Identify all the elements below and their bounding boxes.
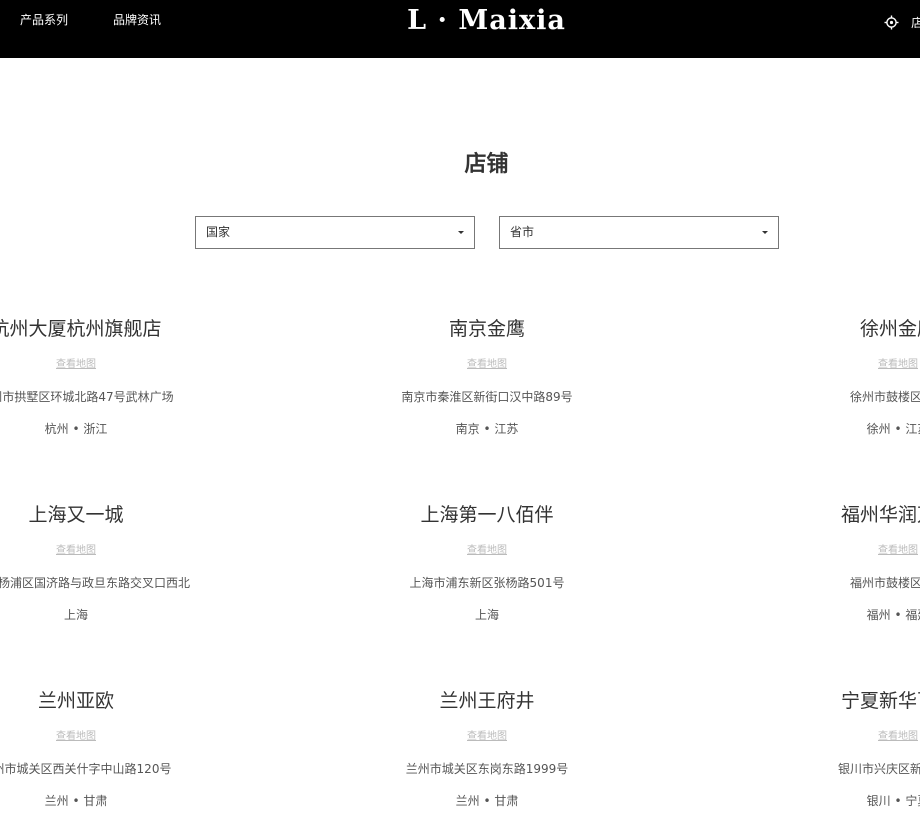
store-card: 杭州大厦杭州旗舰店 查看地图 杭州市拱墅区环城北路47号武林广场 杭州 • 浙江	[0, 316, 246, 437]
store-city: 福州 • 福建	[866, 608, 920, 622]
nav-store-locator[interactable]: 店	[884, 12, 920, 32]
brand-logo[interactable]: L · Maixia	[0, 5, 920, 36]
page-title: 店铺	[464, 152, 509, 177]
store-address: 兰州市城关区东岗东路1999号	[405, 762, 569, 776]
view-map-link[interactable]: 查看地图	[0, 730, 246, 744]
store-address: 杭州市拱墅区环城北路47号武林广场	[0, 390, 174, 404]
view-map-link[interactable]: 查看地图	[317, 358, 657, 372]
store-nav-label: 店	[911, 16, 920, 30]
province-select-value: 省市	[510, 225, 535, 239]
store-address: 徐州市鼓楼区中山	[849, 390, 920, 404]
view-map-link[interactable]: 查看地图	[728, 358, 920, 372]
view-map-link[interactable]: 查看地图	[728, 544, 920, 558]
store-card: 宁夏新华百货 查看地图 银川市兴庆区新华东街 银川 • 宁夏	[728, 688, 920, 809]
store-name: 兰州亚欧	[37, 690, 114, 712]
store-name: 徐州金鹰	[859, 318, 920, 340]
view-map-link[interactable]: 查看地图	[0, 544, 246, 558]
store-card: 福州华润万象 查看地图 福州市鼓楼区洪山 福州 • 福建	[728, 502, 920, 623]
store-address: 福州市鼓楼区洪山	[849, 576, 920, 590]
store-address: 上海市浦东新区张杨路501号	[409, 576, 565, 590]
store-name: 宁夏新华百货	[840, 690, 920, 712]
view-map-link[interactable]: 查看地图	[317, 544, 657, 558]
province-select[interactable]: 省市	[499, 216, 779, 249]
store-city: 南京 • 江苏	[455, 422, 519, 436]
store-name: 上海又一城	[28, 504, 124, 526]
country-select[interactable]: 国家	[195, 216, 475, 249]
store-card: 兰州亚欧 查看地图 兰州市城关区西关什字中山路120号 兰州 • 甘肃	[0, 688, 246, 809]
store-name: 杭州大厦杭州旗舰店	[0, 318, 162, 340]
country-select-value: 国家	[206, 225, 231, 239]
store-city: 银川 • 宁夏	[866, 794, 920, 808]
store-city: 上海	[474, 608, 499, 622]
store-name: 兰州王府井	[439, 690, 535, 712]
view-map-link[interactable]: 查看地图	[0, 358, 246, 372]
chevron-down-icon	[762, 231, 768, 234]
store-name: 南京金鹰	[448, 318, 525, 340]
store-name: 福州华润万象	[840, 504, 920, 526]
view-map-link[interactable]: 查看地图	[728, 730, 920, 744]
location-target-icon	[884, 15, 899, 30]
store-address: 南京市秦淮区新街口汉中路89号	[401, 390, 573, 404]
store-city: 兰州 • 甘肃	[44, 794, 108, 808]
store-name: 上海第一八佰伴	[420, 504, 554, 526]
store-card: 南京金鹰 查看地图 南京市秦淮区新街口汉中路89号 南京 • 江苏	[317, 316, 657, 437]
store-city: 兰州 • 甘肃	[455, 794, 519, 808]
store-card: 上海第一八佰伴 查看地图 上海市浦东新区张杨路501号 上海	[317, 502, 657, 623]
store-city: 上海	[63, 608, 88, 622]
site-header: 产品系列 品牌资讯 L · Maixia 店	[0, 0, 920, 58]
store-card: 兰州王府井 查看地图 兰州市城关区东岗东路1999号 兰州 • 甘肃	[317, 688, 657, 809]
store-card: 上海又一城 查看地图 上海市杨浦区国济路与政旦东路交叉口西北 上海	[0, 502, 246, 623]
store-address: 上海市杨浦区国济路与政旦东路交叉口西北	[0, 576, 190, 590]
store-city: 杭州 • 浙江	[44, 422, 108, 436]
view-map-link[interactable]: 查看地图	[317, 730, 657, 744]
store-city: 徐州 • 江苏	[866, 422, 920, 436]
store-address: 兰州市城关区西关什字中山路120号	[0, 762, 172, 776]
chevron-down-icon	[458, 231, 464, 234]
store-address: 银川市兴庆区新华东街	[837, 762, 920, 776]
store-card: 徐州金鹰 查看地图 徐州市鼓楼区中山 徐州 • 江苏	[728, 316, 920, 437]
